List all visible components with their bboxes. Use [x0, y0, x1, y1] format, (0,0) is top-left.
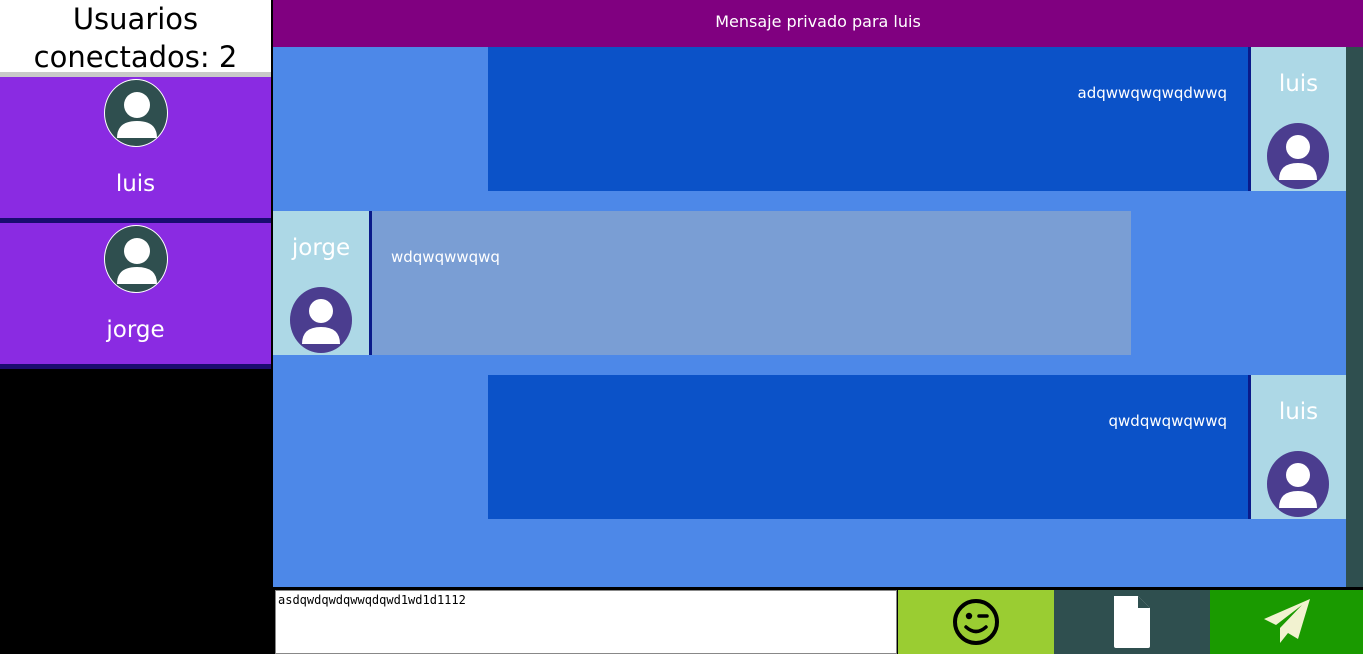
chat-scrollbar[interactable] [1346, 47, 1363, 587]
message-text: wdqwqwwqwq [391, 248, 500, 266]
user-avatar-icon [104, 225, 168, 293]
message-author: luis [1251, 375, 1346, 519]
send-paper-plane-icon [1263, 599, 1310, 643]
message-input[interactable] [275, 590, 897, 654]
user-name: jorge [106, 317, 165, 343]
message-outgoing: qwdqwqwqwwq luis [488, 375, 1346, 519]
author-avatar-icon [290, 287, 352, 353]
author-avatar-icon [1267, 451, 1329, 517]
emoji-wink-icon [953, 599, 999, 645]
send-button[interactable] [1210, 590, 1363, 654]
user-card-luis[interactable]: luis [0, 77, 271, 223]
message-text: adqwwqwqwqdwwq [1077, 84, 1227, 102]
author-name: luis [1278, 71, 1319, 97]
message-list[interactable]: adqwwqwqwqdwwq luis jorge wdqwqwwqwq qwd… [273, 47, 1346, 587]
attach-file-button[interactable] [1054, 590, 1210, 654]
user-avatar-icon [104, 79, 168, 147]
message-text: qwdqwqwqwwq [1108, 412, 1227, 430]
message-author: jorge [273, 211, 369, 355]
message-bubble: wdqwqwwqwq [372, 211, 1131, 355]
emoji-button[interactable] [898, 590, 1054, 654]
author-avatar-icon [1267, 123, 1329, 189]
file-icon [1114, 596, 1150, 648]
message-bubble: adqwwqwqwqdwwq [488, 47, 1248, 191]
message-outgoing: adqwwqwqwqdwwq luis [488, 47, 1346, 191]
composer-bar [273, 587, 1363, 654]
user-name: luis [115, 171, 156, 197]
author-name: jorge [291, 235, 351, 261]
users-sidebar: Usuarios conectados: 2 luis jorge [0, 0, 271, 654]
message-incoming: jorge wdqwqwwqwq [273, 211, 1131, 355]
chat-title-bar: Mensaje privado para luis [273, 0, 1363, 47]
message-bubble: qwdqwqwqwwq [488, 375, 1248, 519]
chat-title: Mensaje privado para luis [715, 12, 921, 31]
author-name: luis [1278, 399, 1319, 425]
message-author: luis [1251, 47, 1346, 191]
connected-users-count: Usuarios conectados: 2 [0, 0, 271, 74]
user-card-jorge[interactable]: jorge [0, 223, 271, 369]
